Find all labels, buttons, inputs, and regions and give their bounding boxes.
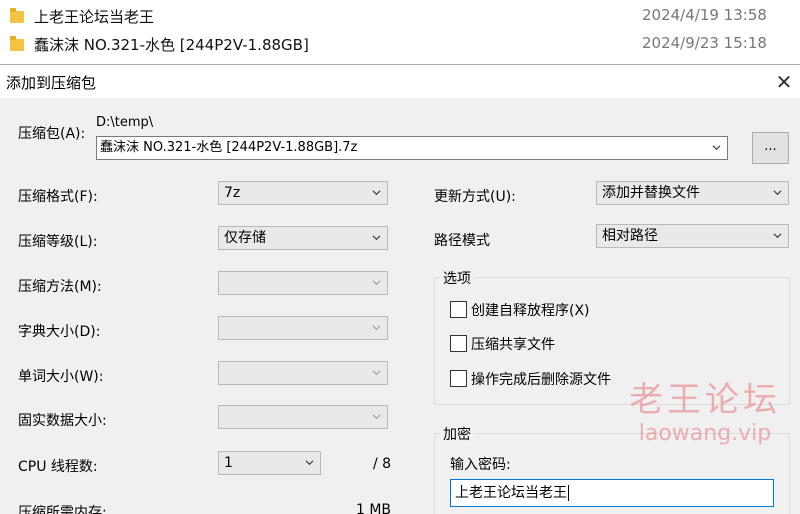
level-select[interactable]: 仅存储	[218, 226, 388, 250]
archive-label: 压缩包(A):	[18, 126, 86, 142]
cpu-label: CPU 线程数:	[18, 459, 98, 475]
add-to-archive-dialog: 添加到压缩包 ✕ 压缩包(A): D:\temp\ 蠢沫沫 NO.321-水色 …	[0, 64, 800, 514]
chevron-down-icon	[372, 280, 381, 286]
update-select[interactable]: 添加并替换文件	[596, 181, 789, 205]
file-row[interactable]: 上老王论坛当老王 2024/4/19 13:58	[0, 3, 800, 31]
watermark-en: laowang.vip	[638, 421, 772, 446]
file-date: 2024/9/23 15:18	[642, 34, 767, 52]
chevron-down-icon	[372, 414, 381, 420]
explorer-file-list: 上老王论坛当老王 2024/4/19 13:58 蠢沫沫 NO.321-水色 […	[0, 0, 800, 64]
options-title: 选项	[440, 268, 474, 288]
memory-label: 压缩所需内存:	[18, 505, 107, 514]
chevron-down-icon	[372, 370, 381, 376]
archive-name-combo[interactable]: 蠢沫沫 NO.321-水色 [244P2V-1.88GB].7z	[96, 136, 728, 160]
dialog-titlebar[interactable]: 添加到压缩包 ✕	[0, 65, 800, 98]
format-select[interactable]: 7z	[218, 181, 388, 205]
chevron-down-icon	[372, 325, 381, 331]
solid-select[interactable]	[218, 405, 388, 429]
update-label: 更新方式(U):	[434, 189, 516, 205]
sfx-checkbox[interactable]	[450, 301, 467, 318]
dialog-title: 添加到压缩包	[6, 74, 97, 92]
chevron-down-icon	[372, 235, 381, 241]
cpu-total: / 8	[373, 456, 392, 472]
word-select[interactable]	[218, 361, 388, 385]
password-value: 上老王论坛当老王	[455, 485, 567, 501]
path-mode-label: 路径模式	[434, 233, 490, 249]
solid-label: 固实数据大小:	[18, 413, 107, 429]
archive-name-value: 蠢沫沫 NO.321-水色 [244P2V-1.88GB].7z	[100, 140, 358, 155]
password-input[interactable]: 上老王论坛当老王	[450, 479, 774, 507]
folder-icon	[10, 36, 24, 51]
method-select[interactable]	[218, 271, 388, 295]
shared-files-label: 压缩共享文件	[471, 337, 555, 353]
dict-select[interactable]	[218, 316, 388, 340]
file-name: 蠢沫沫 NO.321-水色 [244P2V-1.88GB]	[34, 36, 309, 54]
archive-path: D:\temp\	[96, 115, 154, 130]
cpu-select[interactable]: 1	[218, 451, 321, 475]
watermark: 老王论坛 laowang.vip	[620, 372, 790, 446]
chevron-down-icon	[372, 190, 381, 196]
level-label: 压缩等级(L):	[18, 234, 98, 250]
file-row[interactable]: 蠢沫沫 NO.321-水色 [244P2V-1.88GB] 2024/9/23 …	[0, 31, 800, 59]
encryption-title: 加密	[440, 424, 474, 444]
file-name: 上老王论坛当老王	[34, 8, 155, 26]
memory-value: 1 MB	[356, 502, 392, 514]
password-label: 输入密码:	[450, 457, 511, 473]
chevron-down-icon	[712, 145, 721, 151]
watermark-cn: 老王论坛	[629, 380, 781, 420]
chevron-down-icon	[305, 460, 314, 466]
delete-after-label: 操作完成后删除源文件	[471, 372, 611, 388]
path-mode-value: 相对路径	[602, 228, 658, 244]
word-label: 单词大小(W):	[18, 369, 104, 385]
folder-icon	[10, 8, 24, 23]
chevron-down-icon	[773, 233, 782, 239]
path-mode-select[interactable]: 相对路径	[596, 224, 789, 248]
file-date: 2024/4/19 13:58	[642, 6, 767, 24]
browse-button[interactable]: ...	[752, 132, 789, 164]
format-label: 压缩格式(F):	[18, 189, 98, 205]
close-icon[interactable]: ✕	[770, 68, 798, 96]
sfx-label: 创建自释放程序(X)	[471, 303, 590, 319]
chevron-down-icon	[773, 190, 782, 196]
text-caret	[568, 485, 569, 501]
cpu-value: 1	[224, 455, 233, 471]
update-value: 添加并替换文件	[602, 185, 700, 201]
method-label: 压缩方法(M):	[18, 279, 102, 295]
shared-files-checkbox[interactable]	[450, 335, 467, 352]
delete-after-checkbox[interactable]	[450, 370, 467, 387]
level-value: 仅存储	[224, 230, 266, 246]
dict-label: 字典大小(D):	[18, 324, 101, 340]
format-value: 7z	[224, 185, 241, 201]
